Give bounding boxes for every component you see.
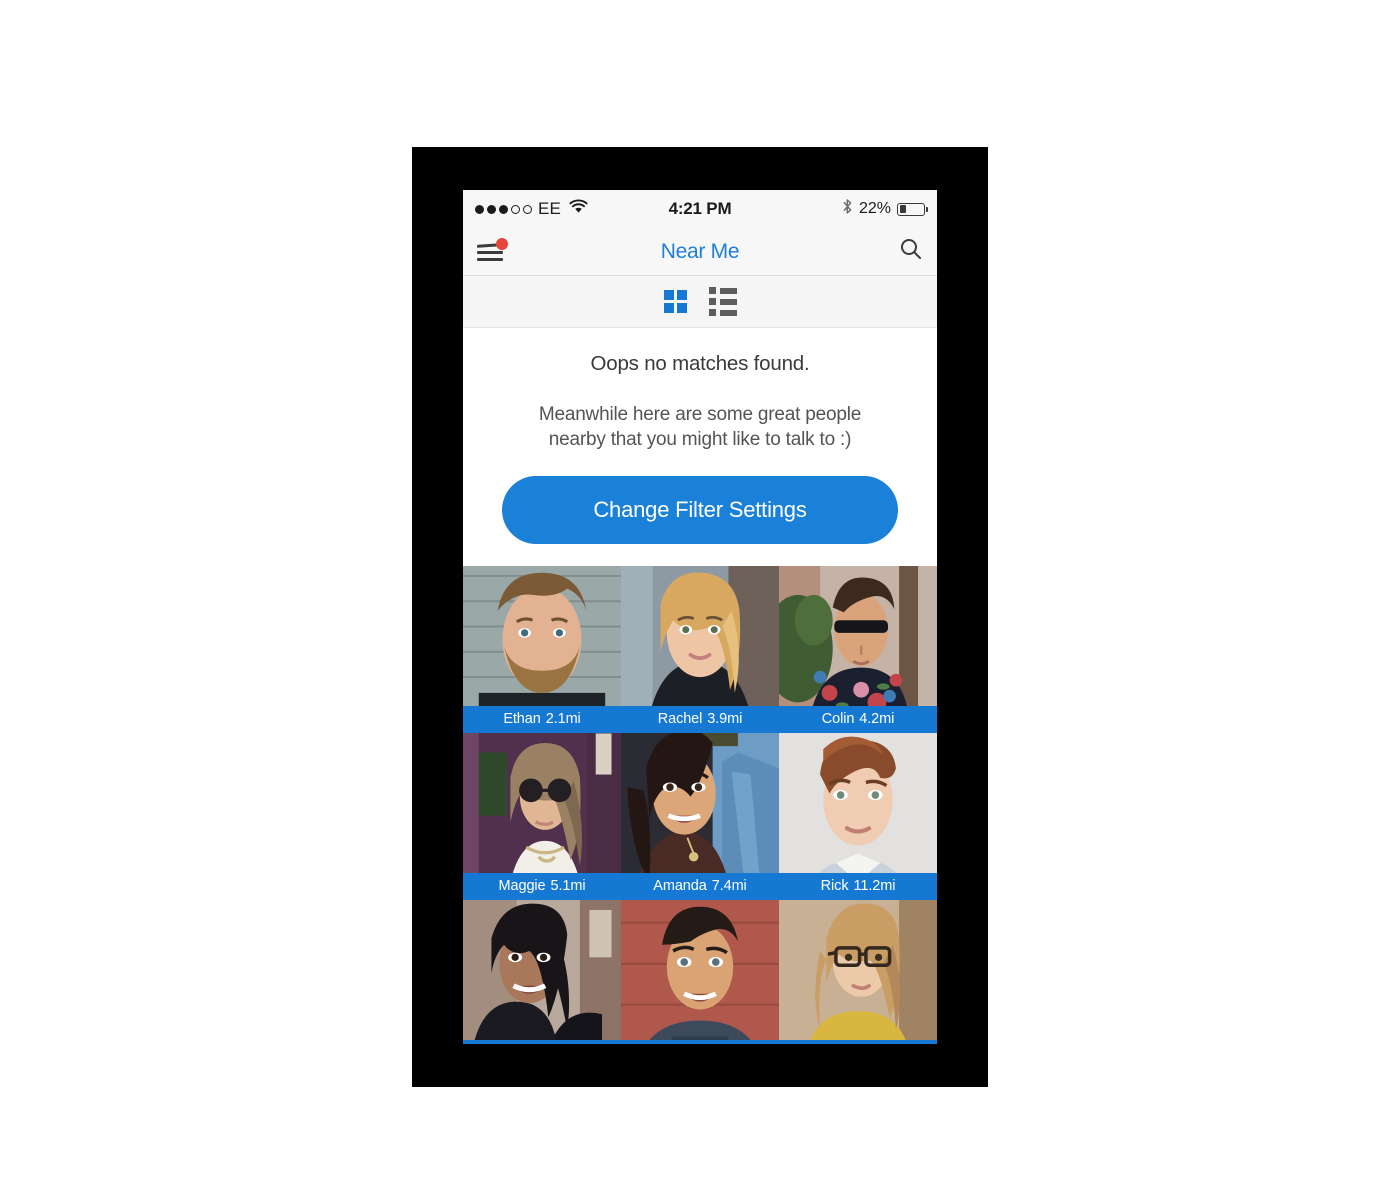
person-name: Ethan (503, 711, 541, 728)
person-caption: Maggie 5.1mi (463, 873, 621, 901)
person-photo-vitali[interactable] (621, 900, 779, 1041)
person-card[interactable]: Carmen11.3mi (463, 900, 621, 1044)
empty-state-subtitle: Meanwhile here are some great people nea… (481, 402, 919, 452)
person-name: Amanda (653, 878, 707, 895)
person-distance: 3.9mi (707, 711, 743, 728)
person-distance: 5.1mi (550, 878, 586, 895)
person-name: Rick (820, 878, 849, 895)
person-caption: Carmen11.3mi (463, 1040, 621, 1044)
person-distance: 7.4mi (711, 878, 747, 895)
person-caption: Vitali12.9mi (621, 1040, 779, 1044)
search-icon[interactable] (899, 237, 923, 266)
person-card[interactable]: Amanda 7.4mi (621, 733, 779, 901)
person-photo-amanda[interactable] (621, 733, 779, 874)
person-card[interactable]: Maggie 5.1mi (463, 733, 621, 901)
page-title: Near Me (660, 239, 740, 263)
person-distance: 4.2mi (859, 711, 895, 728)
list-view-icon[interactable] (708, 287, 737, 316)
person-card[interactable]: Rick 11.2mi (779, 733, 937, 901)
battery-icon (897, 202, 928, 216)
cta-container: Change Filter Settings (481, 476, 919, 545)
people-grid: Ethan 2.1mi Rachel 3.9mi Colin 4.2mi Mag… (463, 566, 937, 1044)
person-photo-ethan[interactable] (463, 566, 621, 707)
person-card[interactable]: Lilly13.2mi (779, 900, 937, 1044)
person-photo-carmen[interactable] (463, 900, 621, 1041)
person-card[interactable]: Ethan 2.1mi (463, 566, 621, 734)
person-caption: Rachel 3.9mi (621, 706, 779, 734)
person-photo-colin[interactable] (779, 566, 937, 707)
person-distance: 2.1mi (545, 711, 581, 728)
person-photo-rachel[interactable] (621, 566, 779, 707)
status-bar-right: 22% (842, 198, 928, 220)
empty-state-section: Oops no matches found. Meanwhile here ar… (463, 328, 937, 545)
person-card[interactable]: Vitali12.9mi (621, 900, 779, 1044)
person-photo-maggie[interactable] (463, 733, 621, 874)
phone-screen: EE 4:21 PM 22% Near Me Oops no matches f… (463, 190, 937, 1044)
battery-percent-label: 22% (858, 200, 891, 217)
empty-state-subtitle-line-1: Meanwhile here are some great people (538, 404, 862, 425)
person-caption: Colin 4.2mi (779, 706, 937, 734)
person-caption: Rick 11.2mi (779, 873, 937, 901)
bluetooth-icon (842, 198, 853, 220)
screenshot-canvas: EE 4:21 PM 22% Near Me Oops no matches f… (0, 0, 1400, 1200)
person-card[interactable]: Colin 4.2mi (779, 566, 937, 734)
change-filter-settings-button[interactable]: Change Filter Settings (502, 476, 898, 545)
person-photo-lilly[interactable] (779, 900, 937, 1041)
person-caption: Lilly13.2mi (779, 1040, 937, 1044)
phone-device-frame: EE 4:21 PM 22% Near Me Oops no matches f… (412, 147, 988, 1087)
status-bar: EE 4:21 PM 22% (463, 190, 937, 228)
person-name: Colin (821, 711, 855, 728)
person-distance: 11.2mi (853, 878, 896, 895)
person-name: Maggie (498, 878, 546, 895)
person-photo-rick[interactable] (779, 733, 937, 874)
empty-state-title: Oops no matches found. (590, 352, 810, 375)
empty-state-subtitle-line-2: nearby that you might like to talk to :) (548, 429, 852, 451)
person-name: Rachel (657, 711, 703, 728)
grid-view-icon[interactable] (663, 290, 687, 313)
person-card[interactable]: Rachel 3.9mi (621, 566, 779, 734)
view-toggle-bar (463, 276, 937, 328)
person-caption: Amanda 7.4mi (621, 873, 779, 901)
navigation-bar: Near Me (463, 228, 937, 276)
person-caption: Ethan 2.1mi (463, 706, 621, 734)
